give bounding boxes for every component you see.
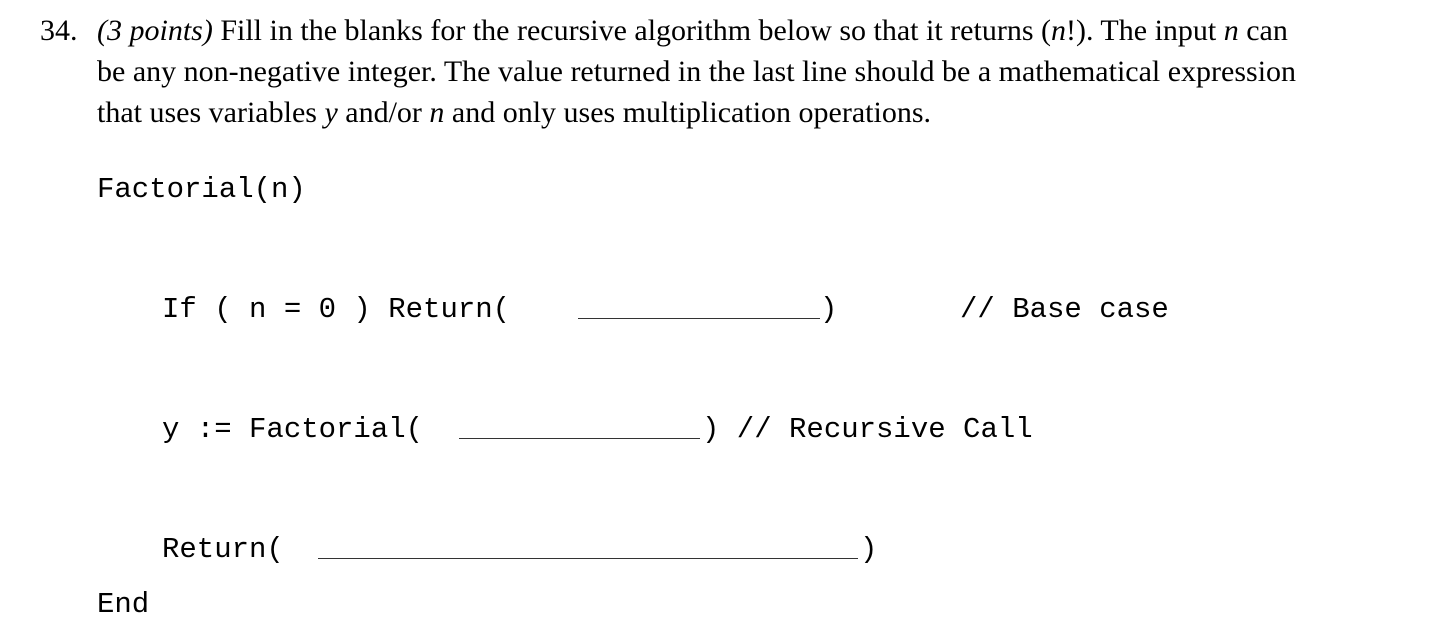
- math-y: y: [324, 96, 338, 129]
- math-n: n: [1050, 14, 1066, 47]
- base-case-comment: // Base case: [960, 293, 1169, 326]
- return-close-paren: ): [860, 533, 878, 566]
- base-case-close-paren: ): [820, 293, 838, 326]
- math-n: n: [1223, 14, 1239, 47]
- recursive-call-close-and-comment: ) // Recursive Call: [702, 413, 1033, 446]
- recursive-call-code: y := Factorial(: [162, 413, 424, 446]
- question-line-3: that uses variables y and/or n and only …: [97, 92, 931, 133]
- question-number: 34.: [40, 14, 78, 47]
- question-line-1: 34. (3 points) Fill in the blanks for the…: [40, 10, 1288, 51]
- question-line-2: be any non-negative integer. The value r…: [97, 51, 1296, 92]
- algorithm-end: End: [97, 588, 150, 621]
- question-points: (3 points): [97, 14, 213, 47]
- base-case-code: If ( n = 0 ) Return(: [162, 293, 528, 326]
- return-blank[interactable]: [318, 558, 858, 559]
- question-text-1a: Fill in the blanks for the recursive alg…: [212, 14, 1051, 47]
- question-text-3c: and only uses multiplication operations.: [444, 96, 931, 129]
- algorithm-header: Factorial(n): [97, 173, 306, 206]
- question-text-1c: can: [1238, 14, 1288, 47]
- base-case-blank[interactable]: [578, 318, 820, 319]
- question-text-3a: that uses variables: [97, 96, 325, 129]
- question-text-1b: !). The input: [1065, 14, 1224, 47]
- return-code: Return(: [162, 533, 302, 566]
- question-text-3b: and/or: [337, 96, 430, 129]
- question-text-2: be any non-negative integer. The value r…: [97, 55, 1297, 88]
- math-n: n: [429, 96, 445, 129]
- recursive-call-blank[interactable]: [459, 438, 700, 439]
